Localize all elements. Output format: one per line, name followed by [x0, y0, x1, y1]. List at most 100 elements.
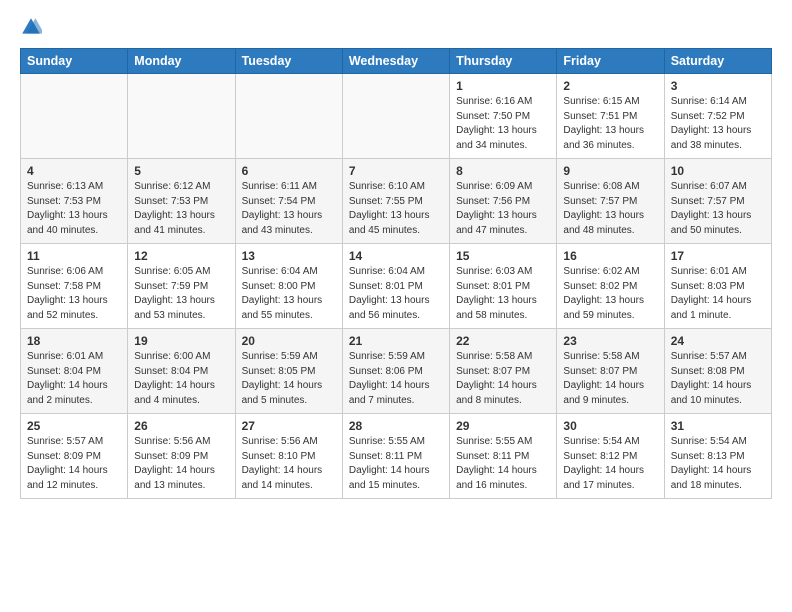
day-info: Sunrise: 6:13 AM Sunset: 7:53 PM Dayligh…: [27, 180, 121, 238]
day-info: Sunrise: 5:57 AM Sunset: 8:08 PM Dayligh…: [671, 350, 765, 408]
day-number: 16: [563, 249, 657, 263]
week-row-2: 4Sunrise: 6:13 AM Sunset: 7:53 PM Daylig…: [21, 159, 772, 244]
calendar-cell: 31Sunrise: 5:54 AM Sunset: 8:13 PM Dayli…: [664, 414, 771, 499]
day-info: Sunrise: 5:57 AM Sunset: 8:09 PM Dayligh…: [27, 435, 121, 493]
day-number: 20: [242, 334, 336, 348]
day-header-sunday: Sunday: [21, 49, 128, 74]
day-number: 24: [671, 334, 765, 348]
calendar-cell: 1 Sunrise: 6:16 AM Sunset: 7:50 PM Daylig…: [450, 74, 557, 159]
day-number: 29: [456, 419, 550, 433]
day-info: Sunrise: 5:55 AM Sunset: 8:11 PM Dayligh…: [349, 435, 443, 493]
calendar-cell: 11Sunrise: 6:06 AM Sunset: 7:58 PM Dayli…: [21, 244, 128, 329]
day-number: 30: [563, 419, 657, 433]
day-number: 10: [671, 164, 765, 178]
day-info: Sunrise: 6:08 AM Sunset: 7:57 PM Dayligh…: [563, 180, 657, 238]
header: [20, 16, 772, 38]
day-info: Sunrise: 5:56 AM Sunset: 8:09 PM Dayligh…: [134, 435, 228, 493]
day-header-tuesday: Tuesday: [235, 49, 342, 74]
day-info: Sunrise: 6:14 AM Sunset: 7:52 PM Dayligh…: [671, 95, 765, 153]
calendar-cell: 25 Sunrise: 5:57 AM Sunset: 8:09 PM Dayli…: [21, 414, 128, 499]
calendar-cell: 23 Sunrise: 5:58 AM Sunset: 8:07 PM Dayli…: [557, 329, 664, 414]
day-number: 22: [456, 334, 550, 348]
calendar-cell: 7 Sunrise: 6:10 AM Sunset: 7:55 PM Daylig…: [342, 159, 449, 244]
calendar-cell: [342, 74, 449, 159]
calendar-cell: 4Sunrise: 6:13 AM Sunset: 7:53 PM Daylig…: [21, 159, 128, 244]
calendar-cell: 16 Sunrise: 6:02 AM Sunset: 8:02 PM Dayli…: [557, 244, 664, 329]
day-number: 25: [27, 419, 121, 433]
calendar-cell: 13Sunrise: 6:04 AM Sunset: 8:00 PM Dayli…: [235, 244, 342, 329]
day-header-monday: Monday: [128, 49, 235, 74]
calendar-cell: 8 Sunrise: 6:09 AM Sunset: 7:56 PM Daylig…: [450, 159, 557, 244]
calendar-cell: 6 Sunrise: 6:11 AM Sunset: 7:54 PM Daylig…: [235, 159, 342, 244]
day-info: Sunrise: 5:58 AM Sunset: 8:07 PM Dayligh…: [456, 350, 550, 408]
calendar-table: SundayMondayTuesdayWednesdayThursdayFrid…: [20, 48, 772, 499]
day-info: Sunrise: 6:04 AM Sunset: 8:01 PM Dayligh…: [349, 265, 443, 323]
calendar-cell: 24 Sunrise: 5:57 AM Sunset: 8:08 PM Dayli…: [664, 329, 771, 414]
day-number: 21: [349, 334, 443, 348]
page: SundayMondayTuesdayWednesdayThursdayFrid…: [0, 0, 792, 515]
day-number: 28: [349, 419, 443, 433]
calendar-cell: 2Sunrise: 6:15 AM Sunset: 7:51 PM Daylig…: [557, 74, 664, 159]
logo: [20, 16, 46, 38]
calendar-cell: [128, 74, 235, 159]
week-row-3: 11Sunrise: 6:06 AM Sunset: 7:58 PM Dayli…: [21, 244, 772, 329]
day-number: 23: [563, 334, 657, 348]
calendar-cell: 22 Sunrise: 5:58 AM Sunset: 8:07 PM Dayli…: [450, 329, 557, 414]
day-info: Sunrise: 5:58 AM Sunset: 8:07 PM Dayligh…: [563, 350, 657, 408]
week-row-5: 25 Sunrise: 5:57 AM Sunset: 8:09 PM Dayli…: [21, 414, 772, 499]
calendar-cell: 3 Sunrise: 6:14 AM Sunset: 7:52 PM Daylig…: [664, 74, 771, 159]
week-row-1: 1 Sunrise: 6:16 AM Sunset: 7:50 PM Daylig…: [21, 74, 772, 159]
day-info: Sunrise: 6:16 AM Sunset: 7:50 PM Dayligh…: [456, 95, 550, 153]
calendar-cell: [21, 74, 128, 159]
day-header-friday: Friday: [557, 49, 664, 74]
days-header-row: SundayMondayTuesdayWednesdayThursdayFrid…: [21, 49, 772, 74]
day-number: 9: [563, 164, 657, 178]
day-info: Sunrise: 6:12 AM Sunset: 7:53 PM Dayligh…: [134, 180, 228, 238]
calendar-cell: 19 Sunrise: 6:00 AM Sunset: 8:04 PM Dayli…: [128, 329, 235, 414]
week-row-4: 18Sunrise: 6:01 AM Sunset: 8:04 PM Dayli…: [21, 329, 772, 414]
day-info: Sunrise: 5:59 AM Sunset: 8:06 PM Dayligh…: [349, 350, 443, 408]
day-info: Sunrise: 6:09 AM Sunset: 7:56 PM Dayligh…: [456, 180, 550, 238]
day-info: Sunrise: 6:02 AM Sunset: 8:02 PM Dayligh…: [563, 265, 657, 323]
calendar-cell: 30 Sunrise: 5:54 AM Sunset: 8:12 PM Dayli…: [557, 414, 664, 499]
day-info: Sunrise: 6:05 AM Sunset: 7:59 PM Dayligh…: [134, 265, 228, 323]
calendar-cell: 12 Sunrise: 6:05 AM Sunset: 7:59 PM Dayli…: [128, 244, 235, 329]
day-number: 19: [134, 334, 228, 348]
day-info: Sunrise: 6:00 AM Sunset: 8:04 PM Dayligh…: [134, 350, 228, 408]
day-info: Sunrise: 6:07 AM Sunset: 7:57 PM Dayligh…: [671, 180, 765, 238]
calendar-cell: [235, 74, 342, 159]
calendar-body: 1 Sunrise: 6:16 AM Sunset: 7:50 PM Daylig…: [21, 74, 772, 499]
day-number: 14: [349, 249, 443, 263]
day-number: 26: [134, 419, 228, 433]
logo-icon: [20, 16, 42, 38]
calendar-cell: 5 Sunrise: 6:12 AM Sunset: 7:53 PM Daylig…: [128, 159, 235, 244]
day-number: 11: [27, 249, 121, 263]
day-info: Sunrise: 6:11 AM Sunset: 7:54 PM Dayligh…: [242, 180, 336, 238]
day-info: Sunrise: 6:15 AM Sunset: 7:51 PM Dayligh…: [563, 95, 657, 153]
day-number: 27: [242, 419, 336, 433]
day-info: Sunrise: 6:03 AM Sunset: 8:01 PM Dayligh…: [456, 265, 550, 323]
day-header-thursday: Thursday: [450, 49, 557, 74]
day-info: Sunrise: 5:54 AM Sunset: 8:12 PM Dayligh…: [563, 435, 657, 493]
day-number: 6: [242, 164, 336, 178]
day-number: 5: [134, 164, 228, 178]
calendar-cell: 29 Sunrise: 5:55 AM Sunset: 8:11 PM Dayli…: [450, 414, 557, 499]
calendar-cell: 9 Sunrise: 6:08 AM Sunset: 7:57 PM Daylig…: [557, 159, 664, 244]
calendar-cell: 10 Sunrise: 6:07 AM Sunset: 7:57 PM Dayli…: [664, 159, 771, 244]
day-number: 17: [671, 249, 765, 263]
day-header-saturday: Saturday: [664, 49, 771, 74]
day-info: Sunrise: 6:01 AM Sunset: 8:03 PM Dayligh…: [671, 265, 765, 323]
calendar-cell: 27 Sunrise: 5:56 AM Sunset: 8:10 PM Dayli…: [235, 414, 342, 499]
day-number: 12: [134, 249, 228, 263]
day-info: Sunrise: 5:55 AM Sunset: 8:11 PM Dayligh…: [456, 435, 550, 493]
day-number: 13: [242, 249, 336, 263]
day-number: 18: [27, 334, 121, 348]
day-number: 8: [456, 164, 550, 178]
calendar-cell: 14 Sunrise: 6:04 AM Sunset: 8:01 PM Dayli…: [342, 244, 449, 329]
day-number: 3: [671, 79, 765, 93]
day-number: 1: [456, 79, 550, 93]
day-info: Sunrise: 5:56 AM Sunset: 8:10 PM Dayligh…: [242, 435, 336, 493]
day-info: Sunrise: 6:10 AM Sunset: 7:55 PM Dayligh…: [349, 180, 443, 238]
day-number: 7: [349, 164, 443, 178]
calendar-cell: 17 Sunrise: 6:01 AM Sunset: 8:03 PM Dayli…: [664, 244, 771, 329]
